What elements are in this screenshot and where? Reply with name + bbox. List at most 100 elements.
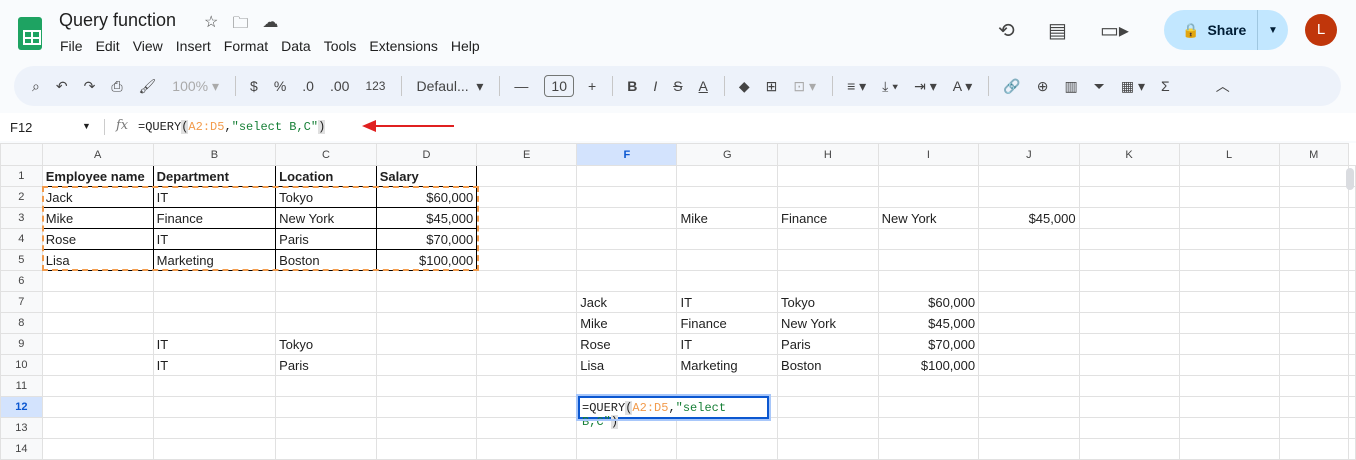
cell-L7[interactable]	[1178, 291, 1280, 313]
cell-D14[interactable]	[375, 438, 478, 460]
cell-L11[interactable]	[1178, 375, 1280, 397]
cell-G7[interactable]: IT	[676, 291, 779, 313]
cell-M3[interactable]	[1278, 207, 1350, 229]
cell-A13[interactable]	[41, 417, 154, 439]
cell-K4[interactable]	[1078, 228, 1180, 250]
cell-I10[interactable]: $100,000	[877, 354, 980, 376]
vertical-scrollbar[interactable]	[1346, 168, 1354, 190]
cell-G10[interactable]: Marketing	[676, 354, 779, 376]
cell-A11[interactable]	[41, 375, 154, 397]
column-header-H[interactable]: H	[777, 143, 879, 166]
cell-D2[interactable]: $60,000	[375, 186, 478, 208]
column-header-C[interactable]: C	[275, 143, 377, 166]
cell-J13[interactable]	[978, 417, 1080, 439]
column-header-D[interactable]: D	[375, 143, 478, 166]
cell-D8[interactable]	[375, 312, 478, 334]
currency-format-button[interactable]: $	[250, 78, 258, 94]
column-header-M[interactable]: M	[1278, 143, 1350, 166]
cell-E7[interactable]	[476, 291, 578, 313]
cell-H13[interactable]	[777, 417, 879, 439]
row-header[interactable]: 14	[0, 438, 43, 460]
cell-H8[interactable]: New York	[777, 312, 879, 334]
cell-C5[interactable]: Boston	[275, 249, 377, 271]
cell-L1[interactable]	[1178, 165, 1280, 187]
cell-H2[interactable]	[777, 186, 879, 208]
cell-L4[interactable]	[1178, 228, 1280, 250]
functions-icon[interactable]: Σ	[1161, 78, 1170, 94]
cell-G9[interactable]: IT	[676, 333, 779, 355]
link-icon[interactable]: 🔗	[1003, 78, 1020, 95]
cell-B8[interactable]	[152, 312, 277, 334]
row-header[interactable]: 13	[0, 417, 43, 439]
percent-format-button[interactable]: %	[274, 78, 286, 94]
avatar[interactable]: L	[1305, 14, 1337, 46]
cell-F1[interactable]	[576, 165, 678, 187]
cell-E6[interactable]	[476, 270, 578, 292]
cell-C1[interactable]: Location	[275, 165, 377, 187]
active-cell-editor[interactable]: =QUERY(A2:D5,"select B,C")	[576, 394, 771, 429]
cell-K7[interactable]	[1078, 291, 1180, 313]
cell-B4[interactable]: IT	[152, 228, 277, 250]
strikethrough-icon[interactable]: S	[673, 78, 682, 94]
cell-D12[interactable]	[375, 396, 478, 418]
cell-F11[interactable]	[576, 375, 678, 397]
vertical-align-icon[interactable]: ⤓ ▾	[882, 78, 898, 95]
cell-C3[interactable]: New York	[275, 207, 377, 229]
cell-B11[interactable]	[152, 375, 277, 397]
cell-E3[interactable]	[476, 207, 578, 229]
cell-G3[interactable]: Mike	[676, 207, 779, 229]
italic-icon[interactable]: I	[653, 78, 657, 94]
cell-I3[interactable]: New York	[877, 207, 980, 229]
sheets-logo[interactable]	[18, 17, 42, 50]
cell-C12[interactable]	[275, 396, 377, 418]
row-header[interactable]: 5	[0, 249, 43, 271]
cell-D1[interactable]: Salary	[375, 165, 478, 187]
cell-K13[interactable]	[1078, 417, 1180, 439]
text-wrapping-icon[interactable]: ⇥ ▾	[914, 78, 937, 95]
cell-H5[interactable]	[777, 249, 879, 271]
cell-B9[interactable]: IT	[152, 333, 277, 355]
cell-J12[interactable]	[978, 396, 1080, 418]
cell-G5[interactable]	[676, 249, 779, 271]
cell-F14[interactable]	[576, 438, 678, 460]
cell-F7[interactable]: Jack	[576, 291, 678, 313]
cell-C13[interactable]	[275, 417, 377, 439]
cell-B2[interactable]: IT	[152, 186, 277, 208]
cell-B1[interactable]: Department	[152, 165, 277, 187]
cell-A12[interactable]	[41, 396, 154, 418]
collapse-toolbar-icon[interactable]: ︿	[1216, 76, 1230, 96]
cell-F10[interactable]: Lisa	[576, 354, 678, 376]
cell-J7[interactable]	[978, 291, 1080, 313]
cell-J2[interactable]	[978, 186, 1080, 208]
cell-E1[interactable]	[476, 165, 578, 187]
cell-C9[interactable]: Tokyo	[275, 333, 377, 355]
cell-C11[interactable]	[275, 375, 377, 397]
cell-J8[interactable]	[978, 312, 1080, 334]
name-box[interactable]: F12	[10, 120, 32, 135]
cell-H9[interactable]: Paris	[777, 333, 879, 355]
cell-I14[interactable]	[877, 438, 980, 460]
cell-M2[interactable]	[1278, 186, 1350, 208]
cell-C14[interactable]	[275, 438, 377, 460]
cell-J4[interactable]	[978, 228, 1080, 250]
cell-K2[interactable]	[1078, 186, 1180, 208]
cell-M11[interactable]	[1278, 375, 1350, 397]
chart-icon[interactable]: ▥	[1064, 78, 1077, 95]
row-header[interactable]: 2	[0, 186, 43, 208]
cell-E10[interactable]	[476, 354, 578, 376]
decrease-decimal-button[interactable]: .0	[302, 78, 314, 94]
cell-F2[interactable]	[576, 186, 678, 208]
formula-input[interactable]: =QUERY(A2:D5,"select B,C")	[138, 120, 326, 134]
borders-icon[interactable]: ⊞	[766, 78, 778, 95]
cell-M4[interactable]	[1278, 228, 1350, 250]
cell-D4[interactable]: $70,000	[375, 228, 478, 250]
cell-A2[interactable]: Jack	[41, 186, 154, 208]
cell-H10[interactable]: Boston	[777, 354, 879, 376]
cell-J5[interactable]	[978, 249, 1080, 271]
cell-K12[interactable]	[1078, 396, 1180, 418]
cell-D13[interactable]	[375, 417, 478, 439]
font-select[interactable]: Defaul... ▾	[416, 78, 483, 95]
cell-D9[interactable]	[375, 333, 478, 355]
cell-M8[interactable]	[1278, 312, 1350, 334]
number-format-button[interactable]: 123	[365, 79, 385, 93]
